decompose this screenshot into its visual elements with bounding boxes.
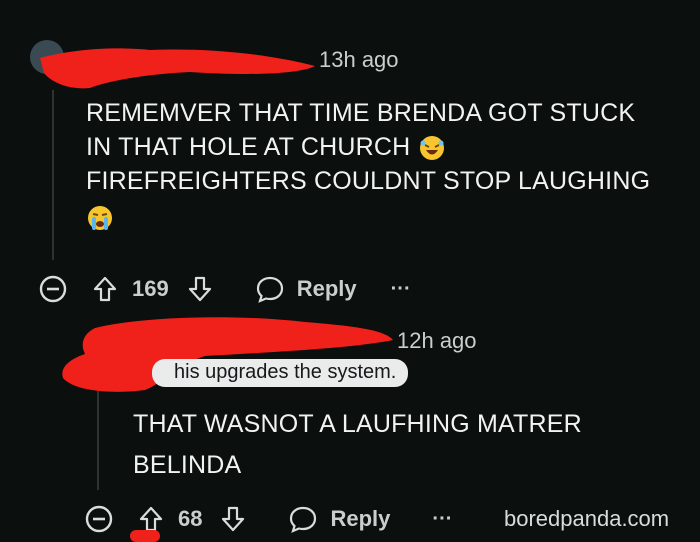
collapse-icon[interactable]: [84, 504, 114, 534]
downvote-icon[interactable]: [220, 505, 246, 533]
laughing-emoji: [419, 136, 444, 161]
reply-button[interactable]: Reply: [288, 504, 390, 534]
comment-line: BELINDA: [133, 451, 242, 479]
upvote-count: 68: [178, 506, 203, 531]
comment-line-with-emoji: IN THAT HOLE AT CHURCH: [86, 130, 686, 164]
redaction-fragment: [130, 530, 160, 542]
upvote-icon[interactable]: [138, 505, 164, 533]
thread-line-1: [52, 90, 54, 260]
reply-bubble-icon: [290, 506, 317, 533]
comment-action-bar: 169 Reply ···: [38, 274, 411, 304]
username-redaction: [40, 48, 315, 89]
comment-timestamp: 13h ago: [319, 47, 399, 72]
crying-emoji: [88, 206, 112, 231]
reply-label: Reply: [296, 276, 357, 301]
comment-body: THAT WASNOT A LAUFHING MATRER BELINDA: [133, 404, 653, 486]
comment-line: FIREFREIGHTERS COULDNT STOP LAUGHING: [86, 167, 651, 195]
comment-line: REMEMVER THAT TIME BRENDA GOT STUCK: [86, 99, 636, 127]
downvote-icon[interactable]: [187, 275, 213, 303]
reply-label: Reply: [330, 506, 391, 531]
more-options-button[interactable]: ···: [391, 278, 411, 301]
reply-bubble-icon: [256, 276, 283, 303]
collapse-icon[interactable]: [38, 274, 68, 304]
watermark: boredpanda.com: [504, 506, 670, 531]
comment-line: IN THAT HOLE AT CHURCH: [86, 133, 411, 161]
comment-line-emoji: [86, 200, 686, 234]
reply-button[interactable]: Reply: [255, 274, 357, 304]
user-flair: his upgrades the system.: [152, 359, 409, 387]
more-options-button[interactable]: ···: [432, 508, 452, 531]
comment-timestamp: 12h ago: [397, 328, 477, 353]
comment-body: REMEMVER THAT TIME BRENDA GOT STUCK IN T…: [86, 96, 686, 234]
upvote-icon[interactable]: [92, 275, 118, 303]
upvote-count: 169: [132, 276, 169, 301]
comment-line: THAT WASNOT A LAUFHING MATRER: [133, 410, 582, 438]
